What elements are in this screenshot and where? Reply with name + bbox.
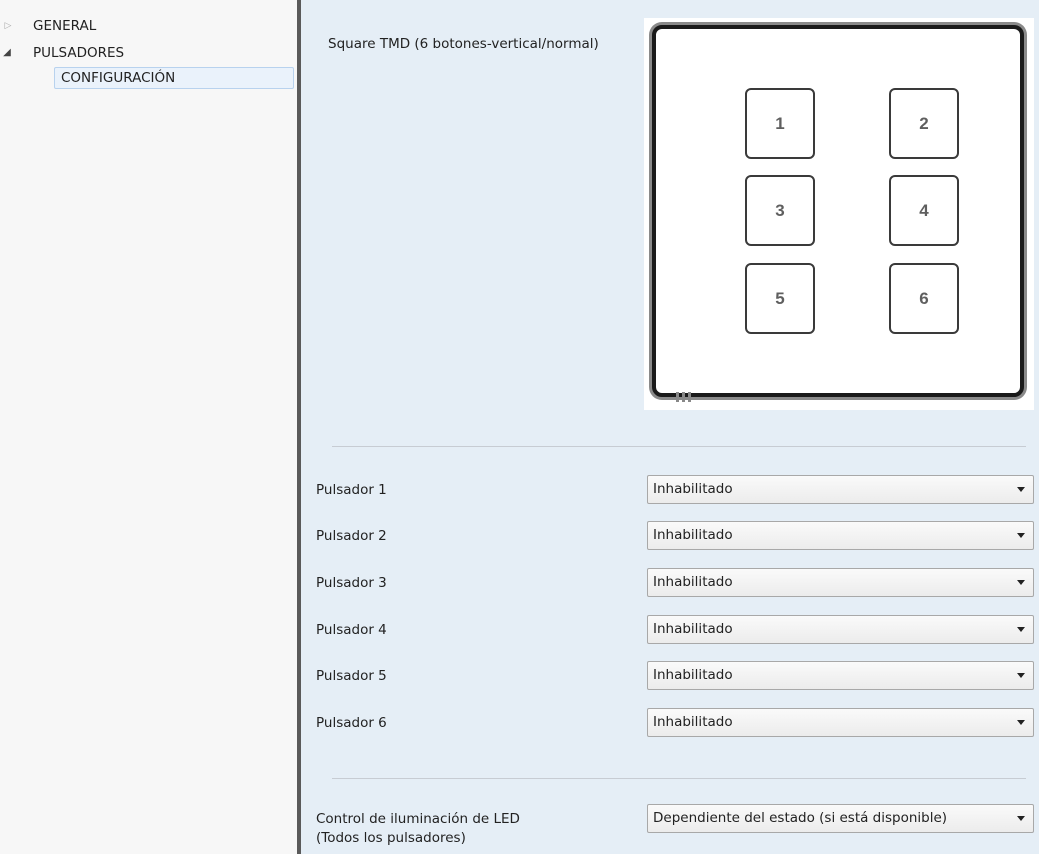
device-mark <box>674 392 691 402</box>
separator <box>332 778 1026 779</box>
device-model-label: Square TMD (6 botones-vertical/normal) <box>328 36 599 52</box>
pulsador-6-value: Inhabilitado <box>653 714 733 730</box>
pulsador-4-select[interactable]: Inhabilitado <box>647 615 1034 644</box>
pulsador-3-value: Inhabilitado <box>653 574 733 590</box>
led-control-label: Control de iluminación de LED <box>316 811 520 827</box>
pulsador-1-select[interactable]: Inhabilitado <box>647 475 1034 504</box>
device-key-2: 2 <box>889 88 959 159</box>
tree-item-label: CONFIGURACIÓN <box>61 70 176 86</box>
pulsador-1-value: Inhabilitado <box>653 481 733 497</box>
device-key-3: 3 <box>745 175 815 246</box>
chevron-down-icon <box>1017 673 1025 678</box>
tree-item-label: PULSADORES <box>33 45 125 61</box>
device-image: 1 2 3 4 5 6 <box>644 18 1034 410</box>
device-key-6: 6 <box>889 263 959 334</box>
led-control-sublabel: (Todos los pulsadores) <box>316 830 466 846</box>
pulsador-3-select[interactable]: Inhabilitado <box>647 568 1034 597</box>
tree-item-label: GENERAL <box>33 18 97 34</box>
chevron-down-icon <box>1017 627 1025 632</box>
led-control-value: Dependiente del estado (si está disponib… <box>653 810 948 826</box>
parameters-panel: Square TMD (6 botones-vertical/normal) 1… <box>301 0 1039 854</box>
triangle-right-icon[interactable]: ▷ <box>2 17 14 35</box>
pulsador-2-value: Inhabilitado <box>653 527 733 543</box>
pulsador-5-value: Inhabilitado <box>653 667 733 683</box>
device-key-1: 1 <box>745 88 815 159</box>
pulsador-2-select[interactable]: Inhabilitado <box>647 521 1034 550</box>
chevron-down-icon <box>1017 720 1025 725</box>
pulsador-1-label: Pulsador 1 <box>316 482 387 498</box>
pulsador-6-select[interactable]: Inhabilitado <box>647 708 1034 737</box>
tree-panel: ▷ GENERAL ◢ PULSADORES CONFIGURACIÓN <box>0 0 297 854</box>
pulsador-6-label: Pulsador 6 <box>316 715 387 731</box>
device-key-4: 4 <box>889 175 959 246</box>
chevron-down-icon <box>1017 533 1025 538</box>
pulsador-5-select[interactable]: Inhabilitado <box>647 661 1034 690</box>
device-frame: 1 2 3 4 5 6 <box>652 25 1024 397</box>
chevron-down-icon <box>1017 580 1025 585</box>
triangle-down-icon[interactable]: ◢ <box>1 44 13 62</box>
pulsador-4-label: Pulsador 4 <box>316 622 387 638</box>
chevron-down-icon <box>1017 816 1025 821</box>
device-key-5: 5 <box>745 263 815 334</box>
pulsador-5-label: Pulsador 5 <box>316 668 387 684</box>
pulsador-4-value: Inhabilitado <box>653 621 733 637</box>
pulsador-3-label: Pulsador 3 <box>316 575 387 591</box>
pulsador-2-label: Pulsador 2 <box>316 528 387 544</box>
led-control-select[interactable]: Dependiente del estado (si está disponib… <box>647 804 1034 833</box>
separator <box>332 446 1026 447</box>
chevron-down-icon <box>1017 487 1025 492</box>
